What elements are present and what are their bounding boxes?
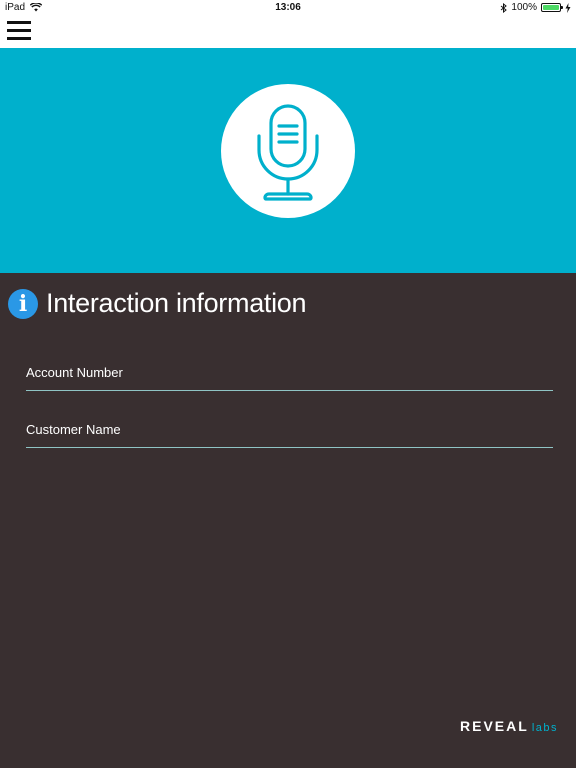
status-right: 100%	[500, 2, 571, 13]
info-icon: i	[8, 288, 38, 319]
status-bar: iPad 13:06 100%	[0, 0, 576, 16]
hero-banner	[0, 48, 576, 273]
bluetooth-icon	[501, 2, 508, 13]
brand-main: REVEAL	[460, 718, 529, 734]
customer-name-field	[26, 421, 553, 448]
brand-sub: labs	[531, 722, 558, 734]
battery-percent: 100%	[511, 2, 537, 13]
account-number-input[interactable]	[26, 365, 553, 380]
customer-name-input[interactable]	[26, 422, 553, 437]
charging-icon	[565, 2, 571, 13]
nav-bar	[0, 16, 576, 48]
record-button[interactable]	[221, 84, 355, 218]
account-number-field	[26, 364, 553, 391]
microphone-icon	[257, 104, 319, 201]
section-header: i Interaction information	[8, 288, 307, 319]
battery-level	[543, 5, 559, 10]
section-title: Interaction information	[46, 288, 307, 318]
hamburger-icon[interactable]	[7, 21, 31, 41]
battery-icon	[541, 3, 563, 12]
brand-logo: REVEAL labs	[460, 718, 558, 734]
status-time: 13:06	[275, 2, 301, 13]
